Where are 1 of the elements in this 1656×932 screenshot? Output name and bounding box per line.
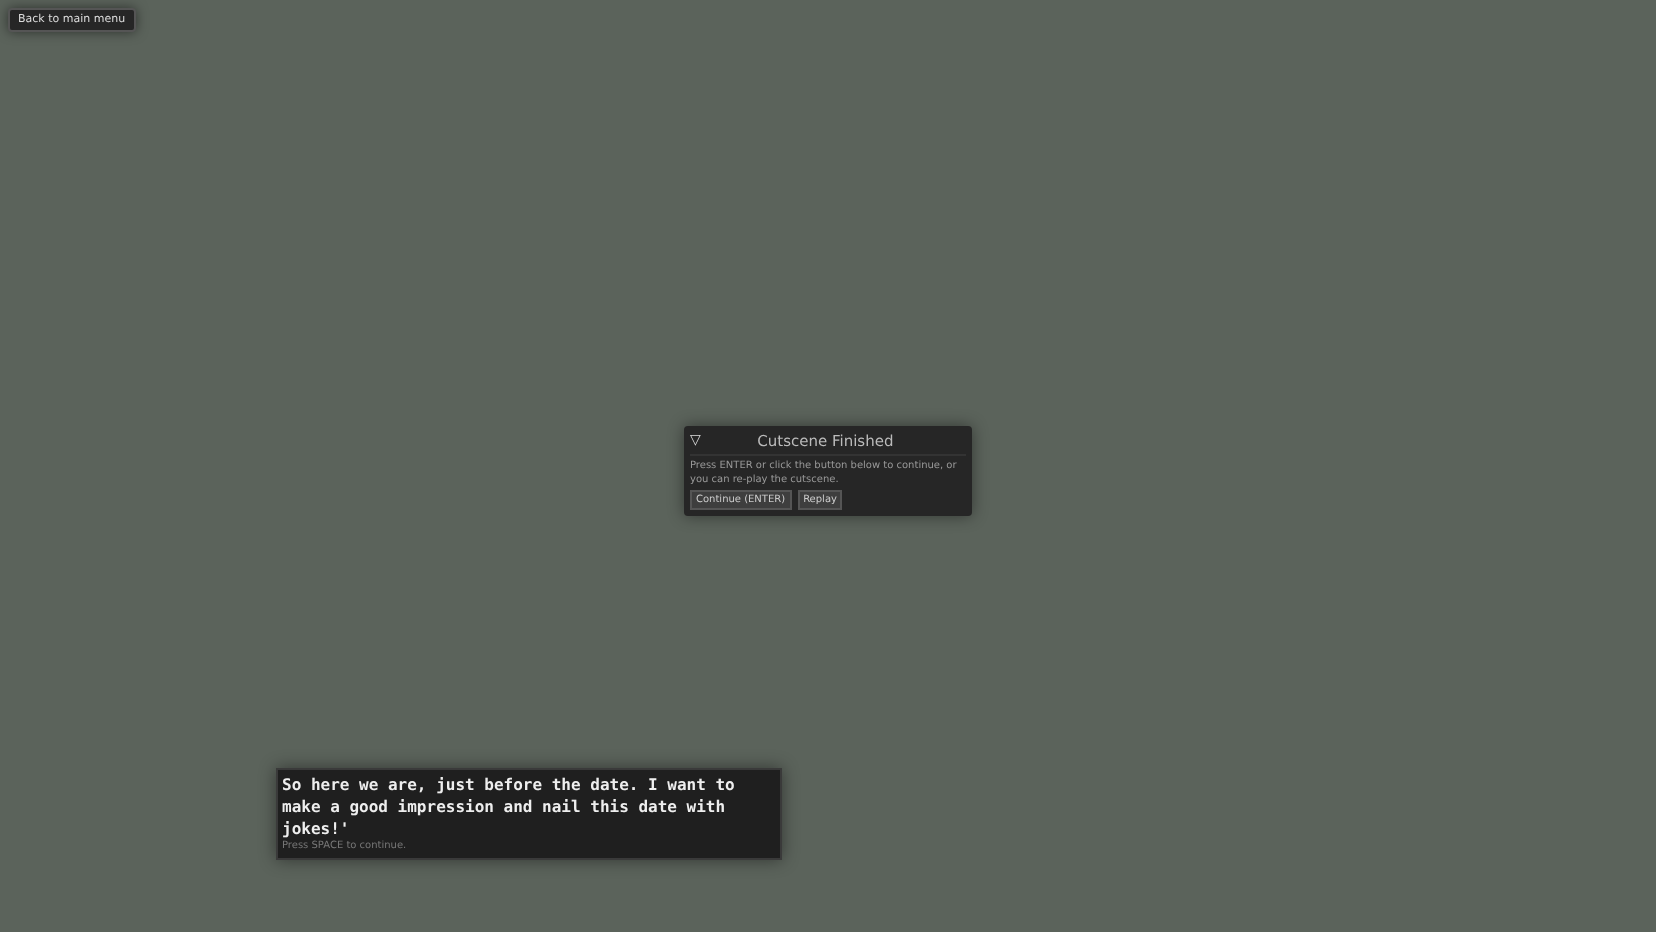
subtitle-text: So here we are, just before the date. I want to make a good impression and nail this date with jokes!' (282, 774, 737, 840)
